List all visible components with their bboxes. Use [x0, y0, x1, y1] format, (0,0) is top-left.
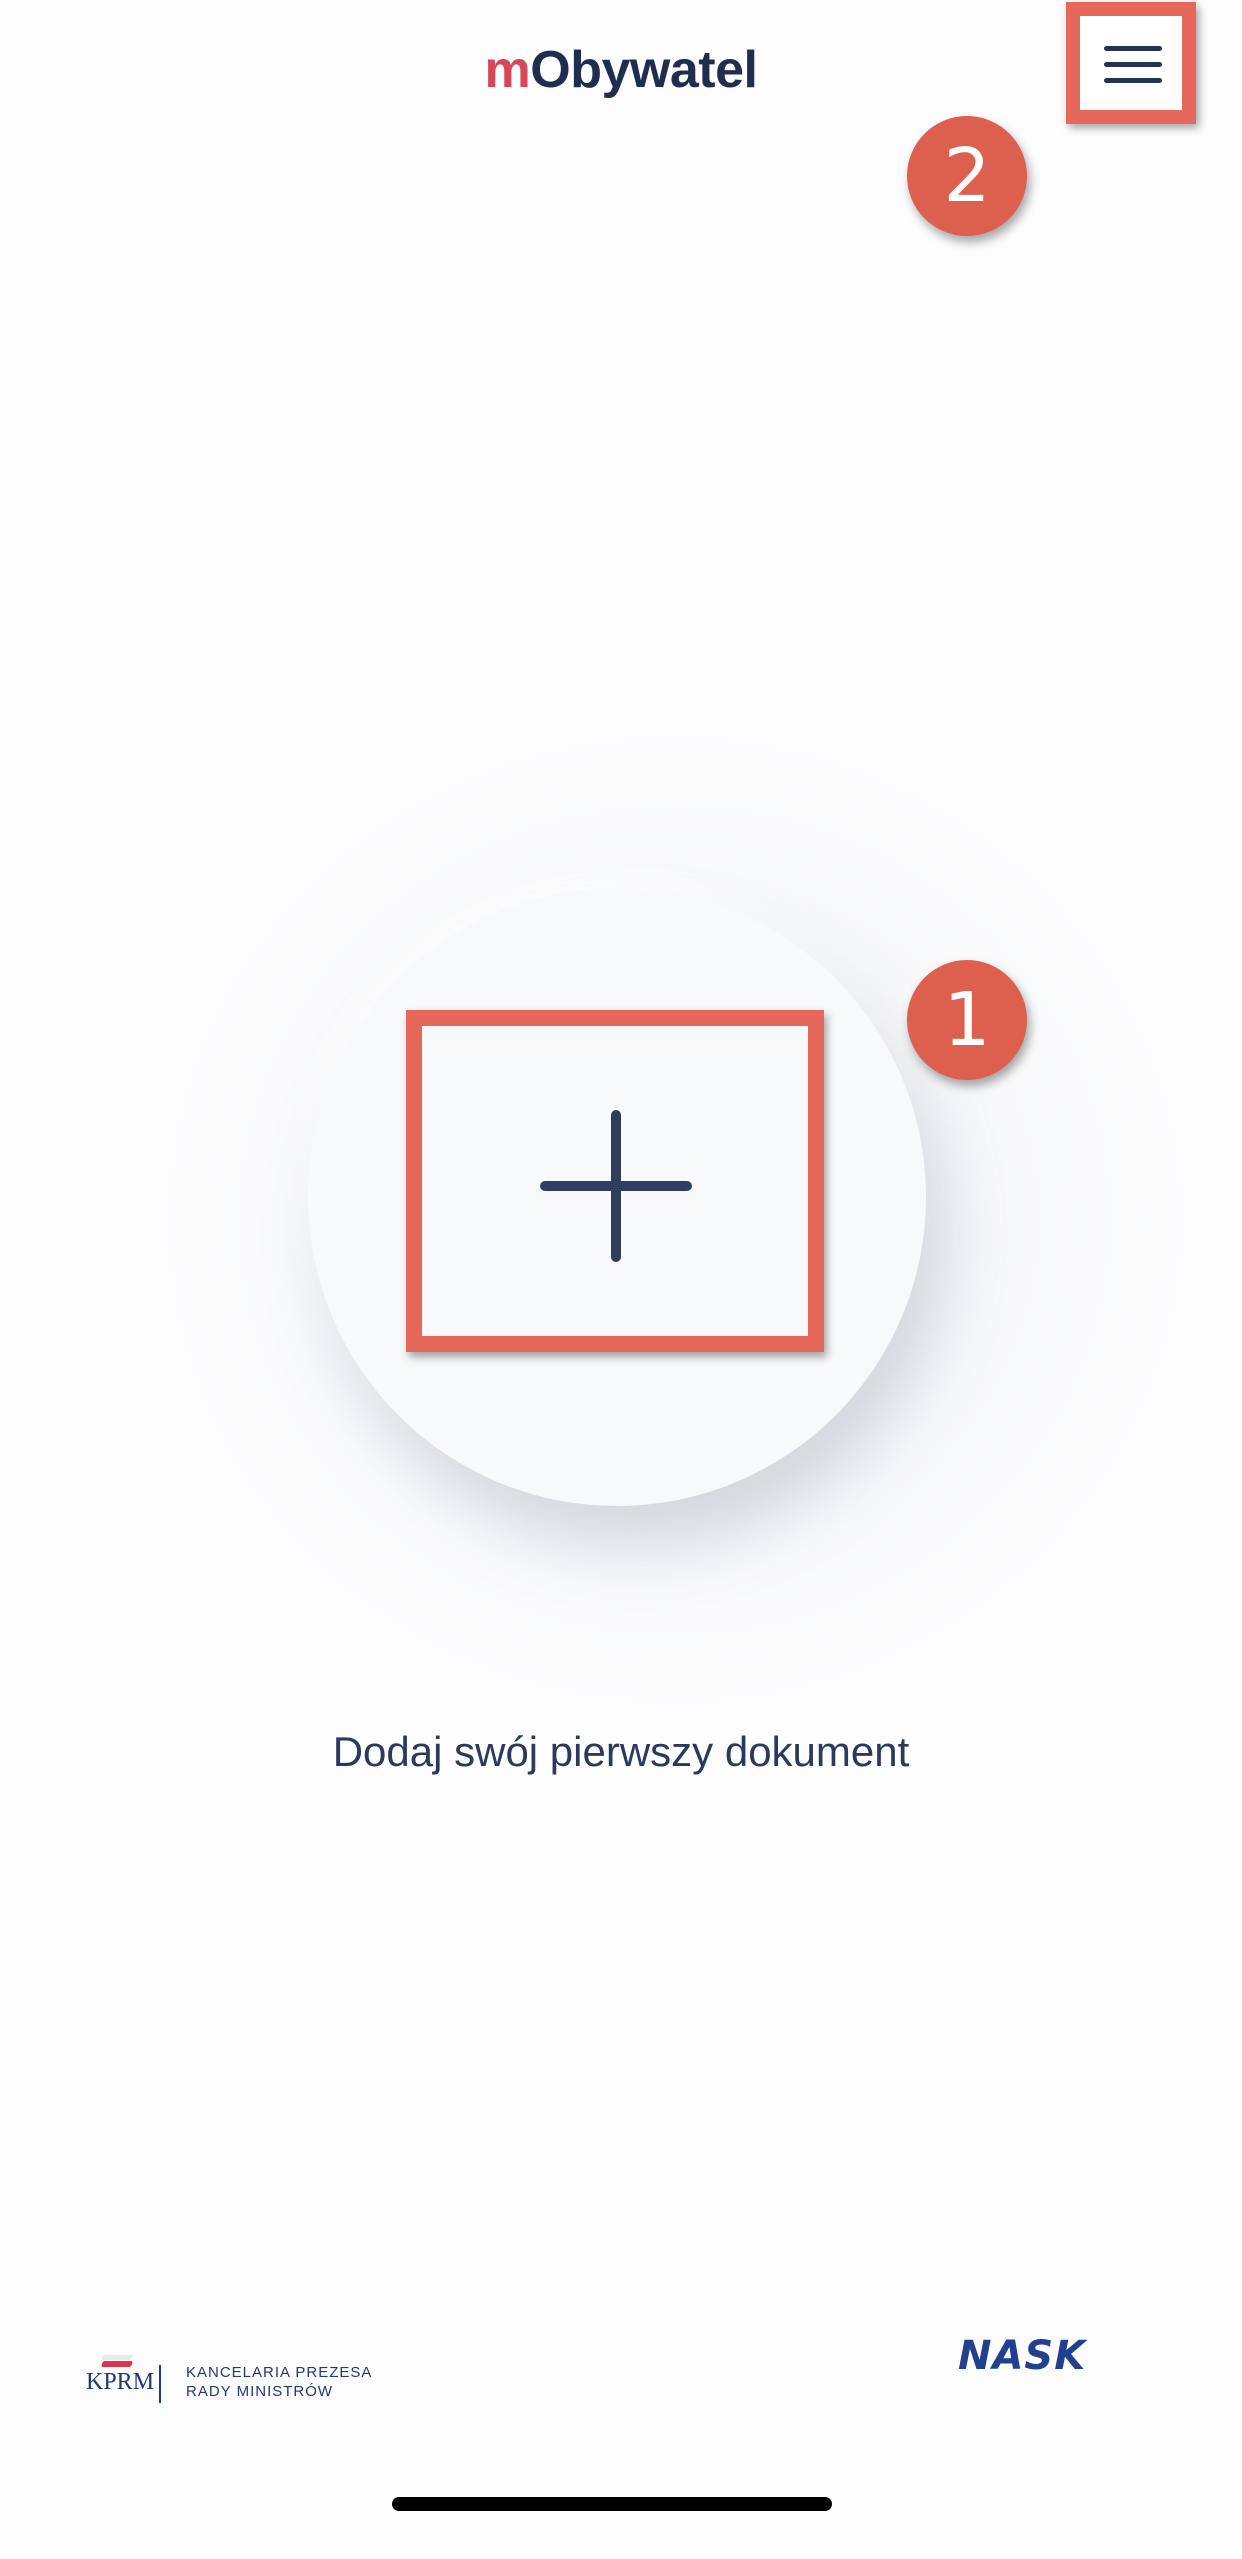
plus-icon[interactable]: [540, 1110, 692, 1262]
kprm-flag-icon: [100, 2355, 134, 2369]
kprm-name-line2: RADY MINISTRÓW: [186, 2383, 334, 2400]
menu-line: [1104, 78, 1162, 83]
kprm-abbr: KPRM: [86, 2369, 155, 2395]
step-badge-2: 2: [907, 116, 1027, 236]
app-title-prefix: m: [484, 41, 531, 99]
kprm-name-line1: KANCELARIA PREZESA: [186, 2364, 373, 2381]
kprm-divider: [159, 2365, 161, 2403]
add-first-document-label: Dodaj swój pierwszy dokument: [332, 1728, 910, 1775]
nask-logo: NASK: [958, 2333, 1087, 2379]
app-title: mObywatel: [0, 30, 1242, 110]
home-indicator[interactable]: [392, 2497, 832, 2511]
menu-line: [1104, 46, 1162, 51]
kprm-name: KANCELARIA PREZESA RADY MINISTRÓW: [186, 2363, 372, 2401]
plus-icon-vertical: [611, 1110, 621, 1262]
hamburger-menu-icon[interactable]: [1094, 38, 1172, 90]
app-title-name: Obywatel: [530, 41, 758, 99]
step-badge-1: 1: [907, 960, 1027, 1080]
menu-line: [1104, 62, 1162, 67]
